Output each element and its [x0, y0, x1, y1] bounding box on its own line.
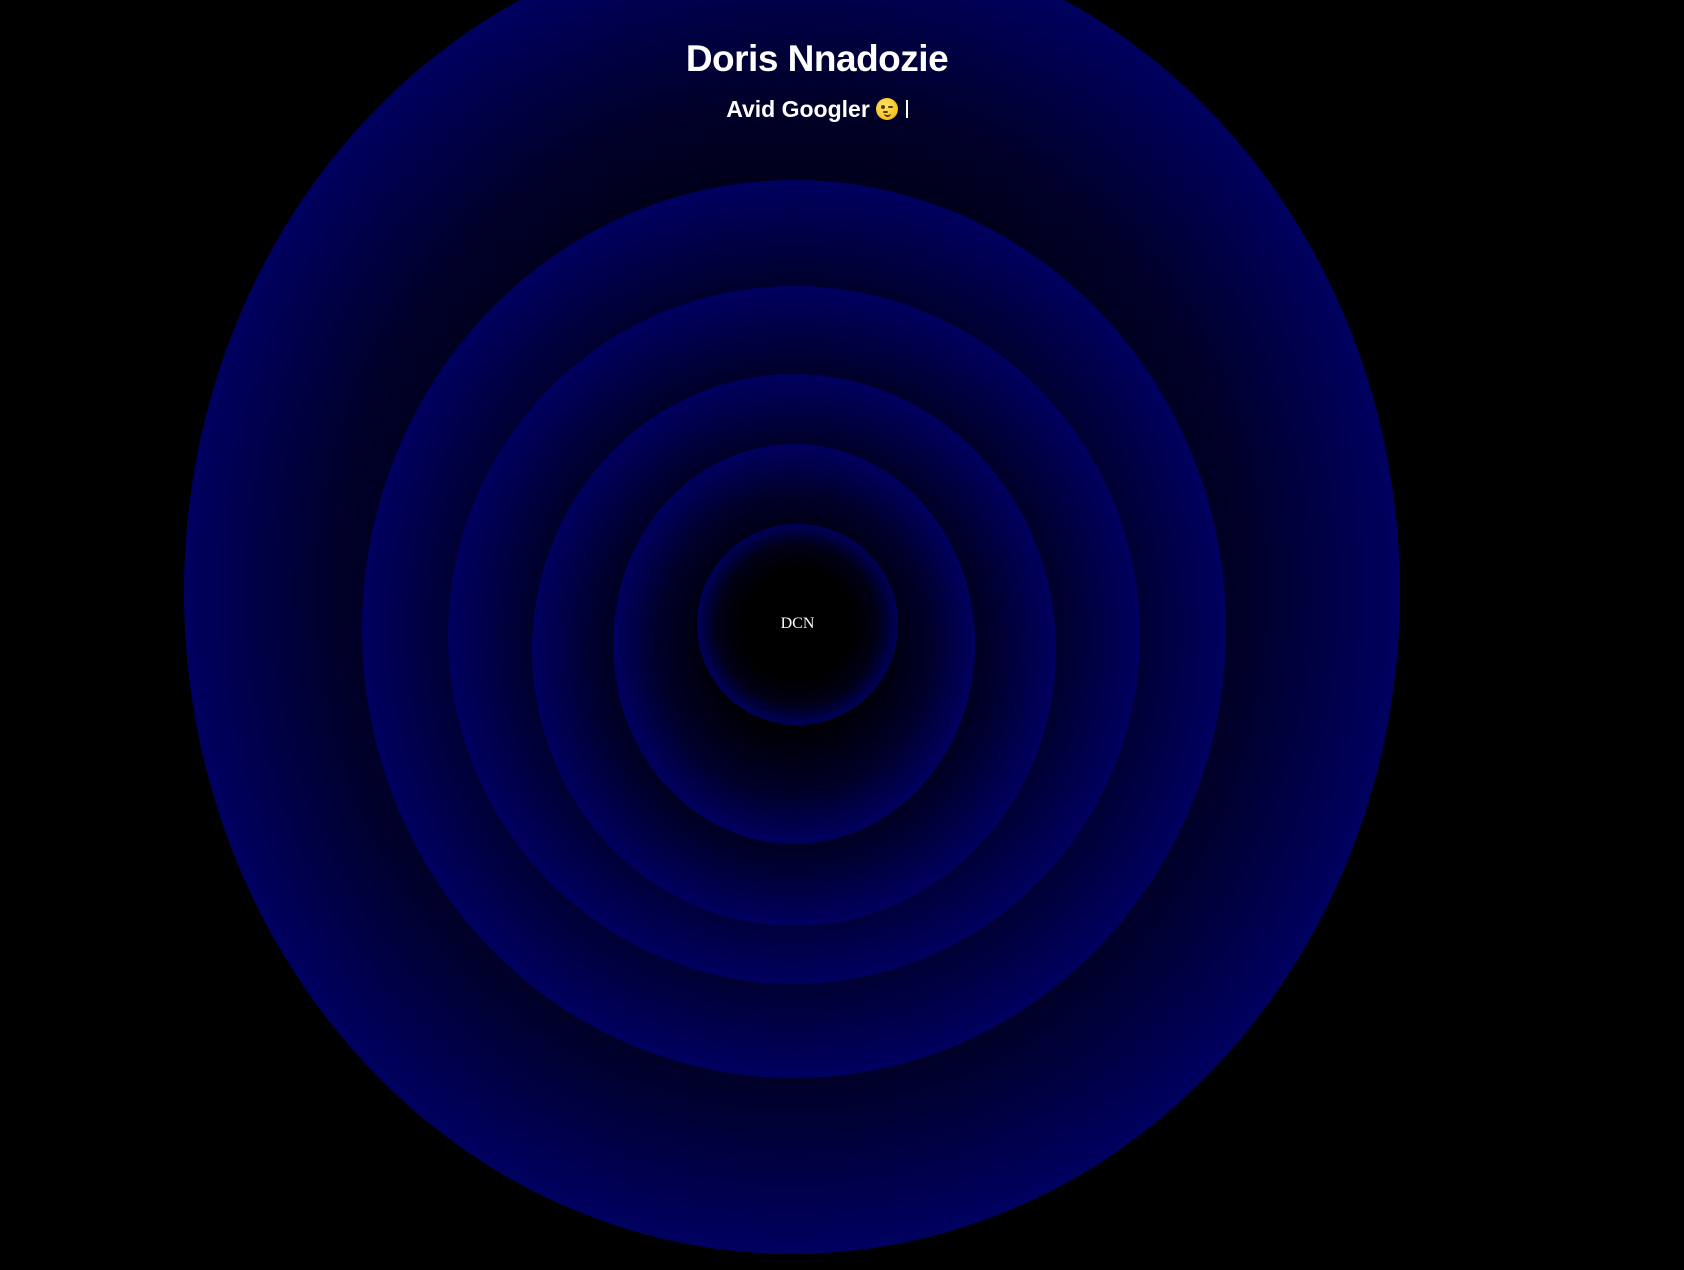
typing-cursor	[905, 100, 908, 118]
page-stage: Doris Nnadozie Avid Googler DCN	[0, 0, 1684, 1270]
header: Doris Nnadozie Avid Googler	[0, 30, 1634, 124]
tagline: Avid Googler	[726, 94, 908, 124]
winking-face-icon	[875, 98, 898, 120]
center-monogram: DCN	[780, 615, 815, 632]
page-title: Doris Nnadozie	[685, 38, 949, 79]
tagline-text: Avid Googler	[726, 96, 870, 122]
